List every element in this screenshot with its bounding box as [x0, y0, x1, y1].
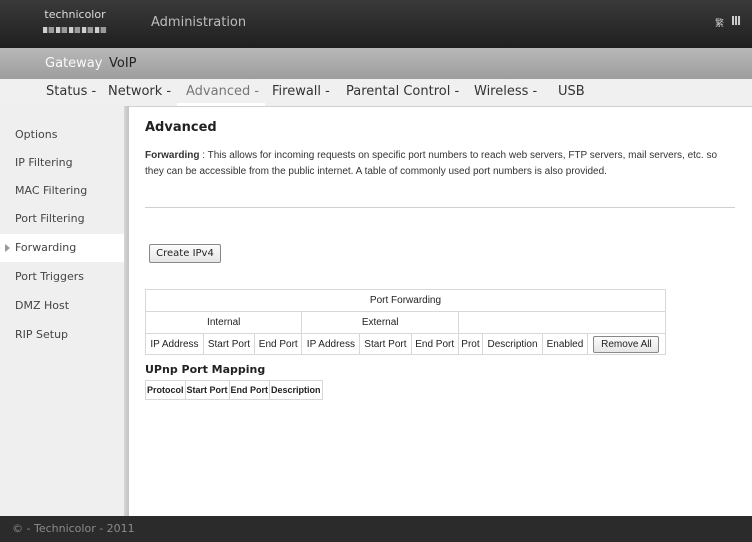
column-header: End Port: [410, 333, 459, 355]
upnp-table: Protocol Start Port End Port Description: [145, 380, 323, 400]
logo-text: technicolor: [44, 8, 106, 21]
page-description: Forwarding : This allows for incoming re…: [145, 148, 733, 180]
column-header: Prot: [457, 333, 484, 355]
sidebar-item-label: Forwarding: [15, 241, 77, 254]
tab-firewall[interactable]: Firewall -: [272, 84, 330, 99]
sidebar-item-dmz-host[interactable]: DMZ Host: [0, 292, 124, 320]
sidebar-item-rip-setup[interactable]: RIP Setup: [0, 321, 124, 349]
column-header: IP Address: [301, 333, 361, 355]
description-label: Forwarding: [145, 150, 200, 161]
sidebar-item-options[interactable]: Options: [0, 121, 124, 149]
upnp-column-header: Description: [269, 380, 323, 400]
active-tab-indicator: [177, 103, 265, 106]
tab-network[interactable]: Network -: [108, 84, 171, 99]
description-separator: :: [199, 150, 208, 161]
upnp-title: UPnp Port Mapping: [145, 363, 266, 376]
nav-gateway[interactable]: Gateway: [45, 56, 102, 71]
copyright-text: © - Technicolor - 2011: [12, 522, 135, 535]
external-group-header: External: [301, 311, 459, 334]
tab-usb[interactable]: USB: [558, 84, 585, 99]
sidebar-item-ip-filtering[interactable]: IP Filtering: [0, 149, 124, 177]
remove-all-cell: Remove All: [586, 333, 667, 355]
top-bar: technicolor Administration 繁: [0, 0, 752, 48]
remove-all-button[interactable]: Remove All: [593, 335, 660, 353]
logo-stripe: [43, 27, 107, 33]
create-ipv4-button[interactable]: Create IPv4: [149, 244, 221, 263]
tab-wireless[interactable]: Wireless -: [474, 84, 537, 99]
column-header: Start Port: [202, 333, 256, 355]
nav-voip[interactable]: VoIP: [109, 56, 137, 71]
sidebar: Options IP Filtering MAC Filtering Port …: [0, 106, 129, 516]
port-forwarding-table: Port Forwarding Internal External IP Add…: [144, 289, 667, 355]
upnp-column-header: Protocol: [145, 380, 186, 400]
sidebar-item-mac-filtering[interactable]: MAC Filtering: [0, 177, 124, 205]
port-forwarding-title: Port Forwarding: [145, 289, 666, 312]
upnp-column-header: End Port: [228, 380, 271, 400]
empty-group-header: [457, 311, 667, 334]
sub-nav-tabs: Status - Network - Advanced - Firewall -…: [0, 79, 752, 107]
column-header: End Port: [254, 333, 303, 355]
sidebar-item-forwarding[interactable]: Forwarding: [0, 234, 129, 262]
tab-parental-control[interactable]: Parental Control -: [346, 84, 459, 99]
language-flag-icon[interactable]: [732, 16, 741, 25]
technicolor-logo: technicolor: [30, 8, 120, 33]
column-header: Start Port: [359, 333, 412, 355]
main-nav: Gateway VoIP: [0, 48, 752, 79]
page-title: Advanced: [145, 120, 217, 135]
tab-status[interactable]: Status -: [46, 84, 96, 99]
language-link[interactable]: 繁: [715, 16, 724, 29]
upnp-column-header: Start Port: [184, 380, 230, 400]
sidebar-item-port-triggers[interactable]: Port Triggers: [0, 263, 124, 291]
description-text: This allows for incoming requests on spe…: [145, 150, 718, 177]
divider: [145, 207, 735, 208]
column-header: IP Address: [145, 333, 204, 355]
sidebar-item-port-filtering[interactable]: Port Filtering: [0, 205, 124, 233]
column-header: Description: [482, 333, 543, 355]
tab-advanced[interactable]: Advanced -: [186, 84, 259, 99]
footer: © - Technicolor - 2011: [0, 516, 752, 542]
page-header-title: Administration: [151, 15, 247, 30]
internal-group-header: Internal: [144, 311, 303, 334]
arrow-right-icon: [5, 244, 10, 252]
column-header: Enabled: [542, 333, 588, 355]
sidebar-divider: [124, 106, 129, 516]
